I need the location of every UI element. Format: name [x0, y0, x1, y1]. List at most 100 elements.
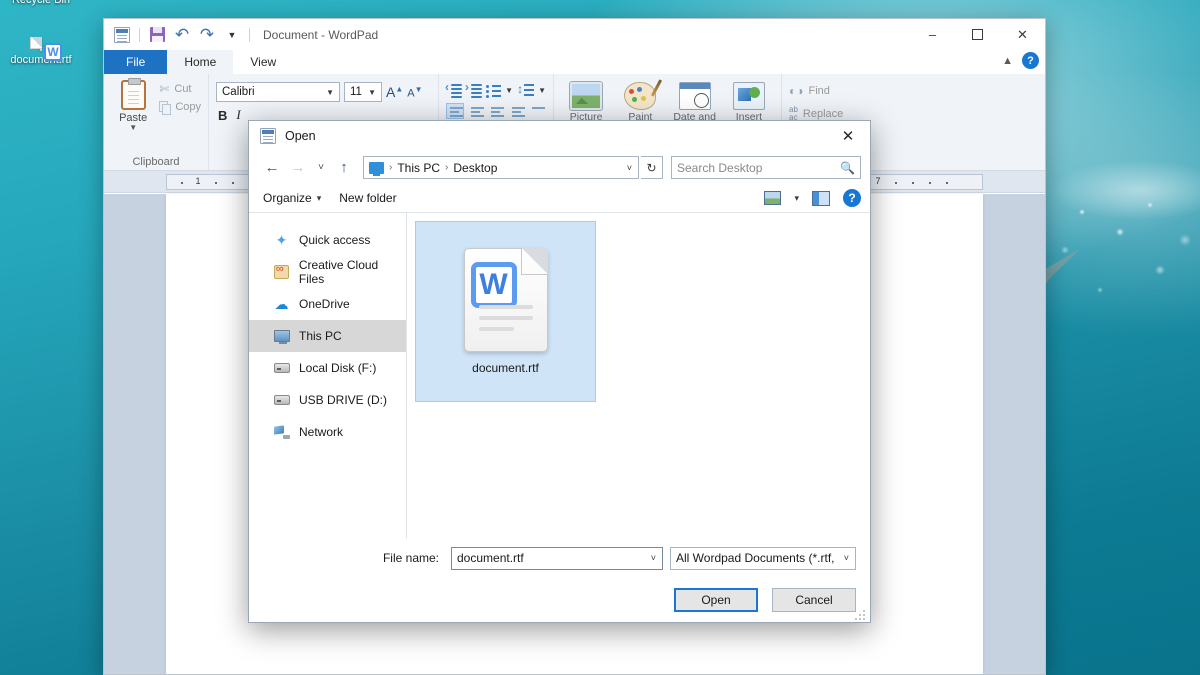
- sidebar-item-onedrive[interactable]: ☁ OneDrive: [249, 288, 406, 320]
- chevron-down-icon[interactable]: ▼: [505, 86, 513, 95]
- cancel-button[interactable]: Cancel: [772, 588, 856, 612]
- sidebar-item-quick-access[interactable]: ✦ Quick access: [249, 224, 406, 256]
- quick-access-toolbar: ↶ ↶ ▼: [111, 24, 253, 46]
- help-icon[interactable]: ?: [843, 189, 861, 207]
- tab-file[interactable]: File: [104, 50, 168, 74]
- align-right-icon[interactable]: [487, 103, 505, 119]
- font-family-combo[interactable]: Calibri ▼: [216, 82, 340, 102]
- insert-date-time-button[interactable]: Date and: [670, 81, 720, 123]
- paste-button[interactable]: Paste ▼: [111, 78, 155, 132]
- breadcrumb-separator: ›: [445, 162, 449, 173]
- cut-button[interactable]: ✄ Cut: [159, 82, 201, 96]
- sidebar-item-label: Local Disk (F:): [299, 361, 377, 375]
- dialog-titlebar[interactable]: Open ✕: [249, 121, 870, 151]
- breadcrumb-desktop[interactable]: Desktop: [453, 161, 497, 175]
- pc-monitor-icon: [273, 328, 290, 344]
- forward-button[interactable]: →: [286, 156, 310, 180]
- sidebar-item-label: USB DRIVE (D:): [299, 393, 388, 407]
- redo-arrow-icon[interactable]: ↶: [196, 24, 218, 46]
- drive-icon: [273, 392, 290, 408]
- desktop-icon-document-rtf[interactable]: W document.rtf: [0, 37, 82, 67]
- tab-home[interactable]: Home: [167, 50, 234, 74]
- cut-label: Cut: [174, 83, 192, 95]
- recent-locations-button[interactable]: ˅: [312, 156, 330, 180]
- bold-button[interactable]: B: [218, 108, 227, 123]
- dialog-close-button[interactable]: ✕: [826, 121, 870, 151]
- clipboard-icon: [120, 78, 146, 110]
- undo-arrow-icon[interactable]: ↶: [171, 24, 193, 46]
- view-options-icon[interactable]: [764, 191, 782, 205]
- filename-field[interactable]: ˅: [451, 546, 663, 570]
- address-bar[interactable]: › This PC › Desktop ˅: [363, 156, 639, 179]
- decrease-indent-icon[interactable]: [445, 80, 463, 98]
- increase-indent-icon[interactable]: [465, 80, 483, 98]
- copy-button[interactable]: Copy: [159, 101, 201, 115]
- chevron-down-icon[interactable]: ˅: [623, 163, 636, 173]
- refresh-button[interactable]: ↻: [641, 156, 663, 179]
- desktop-icon-label: document.rtf: [10, 54, 72, 66]
- paragraph-settings-icon[interactable]: [528, 103, 546, 119]
- chevron-down-icon[interactable]: ▼: [221, 24, 243, 46]
- font-size-combo[interactable]: 11 ▼: [344, 82, 382, 102]
- insert-picture-button[interactable]: Picture: [561, 81, 611, 123]
- insert-object-button[interactable]: Insert: [724, 81, 774, 123]
- resize-grip[interactable]: [855, 608, 867, 620]
- minimize-button[interactable]: –: [910, 19, 955, 50]
- align-justify-icon[interactable]: [508, 103, 526, 119]
- filename-input[interactable]: [457, 551, 647, 565]
- align-left-icon[interactable]: [446, 103, 464, 119]
- chevron-down-icon[interactable]: ˅: [840, 553, 853, 563]
- file-item-label: document.rtf: [472, 361, 539, 375]
- italic-button[interactable]: I: [236, 107, 240, 123]
- object-icon: [732, 82, 765, 110]
- chevron-down-icon[interactable]: ˅: [647, 553, 660, 563]
- chevron-down-icon[interactable]: ▼: [129, 124, 137, 132]
- preview-pane-icon[interactable]: [812, 190, 830, 206]
- save-icon[interactable]: [146, 24, 168, 46]
- desktop-icon-recycle-bin[interactable]: Recycle Bin: [0, 0, 82, 7]
- dialog-footer: File name: ˅ All Wordpad Documents (*.rt…: [249, 538, 870, 622]
- chevron-down-icon[interactable]: ▼: [323, 88, 337, 97]
- chevron-down-icon[interactable]: ▾: [794, 193, 799, 204]
- filetype-select[interactable]: All Wordpad Documents (*.rtf, ˅: [670, 546, 856, 570]
- sidebar-item-network[interactable]: Network: [249, 416, 406, 448]
- search-icon[interactable]: 🔍: [840, 161, 855, 175]
- sidebar-item-this-pc[interactable]: This PC: [249, 320, 406, 352]
- insert-paint-drawing-button[interactable]: Paint: [615, 81, 665, 123]
- up-button[interactable]: ↑: [332, 156, 356, 180]
- line-spacing-icon[interactable]: [517, 82, 535, 98]
- bullets-icon[interactable]: [486, 84, 502, 98]
- grow-font-button[interactable]: A▲: [386, 84, 403, 100]
- wordpad-app-icon[interactable]: [111, 24, 133, 46]
- sidebar-item-local-disk-f[interactable]: Local Disk (F:): [249, 352, 406, 384]
- open-file-dialog: Open ✕ ← → ˅ ↑ › This PC › Desktop ˅ ↻ 🔍: [248, 120, 871, 623]
- new-folder-button[interactable]: New folder: [339, 191, 396, 205]
- ribbon-group-clipboard: Paste ▼ ✄ Cut Copy Clipboard: [104, 74, 208, 170]
- search-input[interactable]: [677, 160, 837, 175]
- sidebar-item-creative-cloud-files[interactable]: Creative Cloud Files: [249, 256, 406, 288]
- close-button[interactable]: ✕: [1000, 19, 1045, 50]
- maximize-button[interactable]: [955, 19, 1000, 50]
- chevron-up-icon[interactable]: ▲: [1002, 55, 1013, 67]
- shrink-font-button[interactable]: A▼: [407, 85, 422, 100]
- tab-view[interactable]: View: [233, 50, 293, 74]
- dialog-file-list[interactable]: W document.rtf: [407, 213, 870, 538]
- word-document-icon: W: [463, 248, 548, 352]
- find-button[interactable]: ◐◑ Find: [789, 84, 874, 98]
- breadcrumb-this-pc[interactable]: This PC: [397, 161, 440, 175]
- calendar-clock-icon: [678, 82, 711, 110]
- wordpad-titlebar[interactable]: ↶ ↶ ▼ Document - WordPad – ✕: [104, 19, 1045, 50]
- open-button[interactable]: Open: [674, 588, 758, 612]
- sidebar-item-label: This PC: [299, 329, 342, 343]
- align-center-icon[interactable]: [467, 103, 485, 119]
- chevron-down-icon[interactable]: ▼: [365, 88, 379, 97]
- chevron-down-icon[interactable]: ▼: [538, 86, 546, 95]
- search-box[interactable]: 🔍: [671, 156, 861, 179]
- help-icon[interactable]: ?: [1022, 52, 1039, 69]
- this-pc-icon: [369, 161, 384, 176]
- sidebar-item-usb-drive-d[interactable]: USB DRIVE (D:): [249, 384, 406, 416]
- back-button[interactable]: ←: [260, 156, 284, 180]
- file-item-document-rtf[interactable]: W document.rtf: [415, 221, 596, 402]
- organize-button[interactable]: Organize ▾: [263, 191, 321, 205]
- sidebar-item-label: Network: [299, 425, 344, 439]
